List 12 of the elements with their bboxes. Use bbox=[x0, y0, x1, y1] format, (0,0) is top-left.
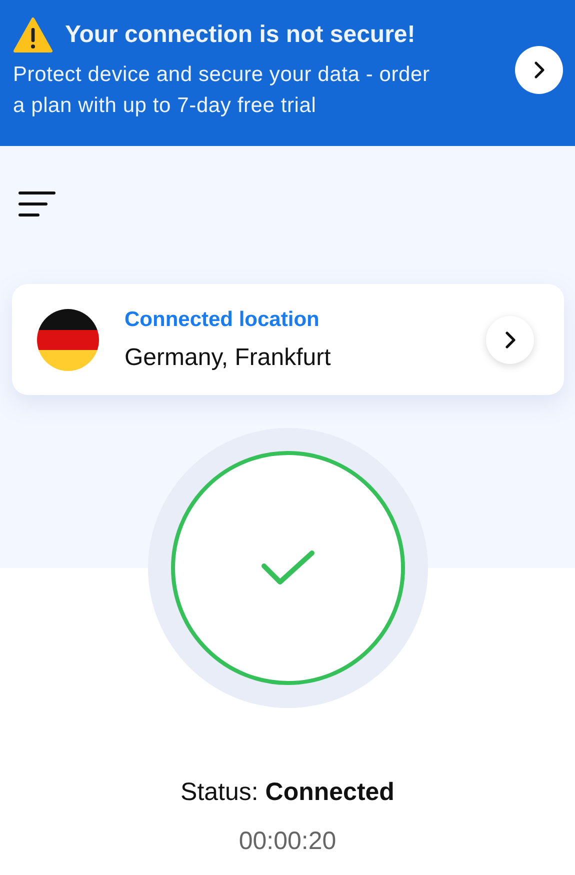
location-card[interactable]: Connected location Germany, Frankfurt bbox=[12, 284, 564, 395]
connection-timer: 00:00:20 bbox=[238, 827, 336, 856]
banner-title: Your connection is not secure! bbox=[65, 21, 416, 49]
banner-next-button[interactable] bbox=[515, 46, 563, 94]
menu-icon[interactable] bbox=[18, 190, 56, 218]
location-next-button[interactable] bbox=[486, 316, 534, 364]
connection-status: Status: Connected bbox=[180, 778, 394, 807]
warning-icon bbox=[13, 17, 53, 53]
location-name: Germany, Frankfurt bbox=[124, 344, 332, 372]
location-label: Connected location bbox=[124, 308, 320, 332]
germany-flag-icon bbox=[36, 308, 98, 370]
banner-message: Protect device and secure your data - order a plan with up to 7-day free trial bbox=[13, 62, 431, 119]
